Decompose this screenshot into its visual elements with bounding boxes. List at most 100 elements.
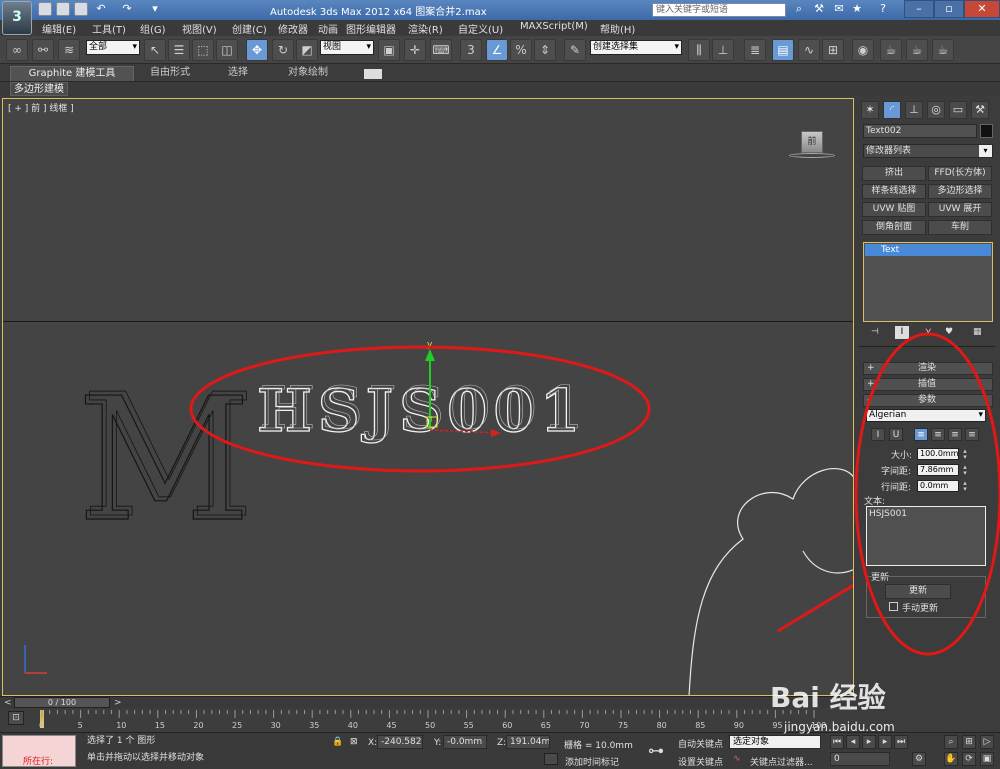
key-tangent-icon[interactable]: ∿ <box>733 754 741 764</box>
modify-tab-icon[interactable]: ◜ <box>883 101 901 119</box>
select-object-icon[interactable]: ↖ <box>144 39 166 61</box>
object-name-field[interactable]: Text002 <box>863 124 977 138</box>
minimize-button[interactable]: – <box>904 0 934 18</box>
viewport-front[interactable]: [ + ] 前 ] 线框 ] 前 M M HSJS001 HSJS001 y <box>2 98 854 696</box>
absolute-mode-icon[interactable]: ⊠ <box>350 737 358 747</box>
pivot-center-icon[interactable]: ▣ <box>378 39 400 61</box>
field-of-view-icon[interactable]: ▷ <box>980 735 994 749</box>
menu-edit[interactable]: 编辑(E) <box>42 21 76 36</box>
layer-manager-icon[interactable]: ≣ <box>744 39 766 61</box>
unlink-icon[interactable]: ⚯ <box>32 39 54 61</box>
poly-select-button[interactable]: 多边形选择 <box>928 184 992 199</box>
time-tag-icon[interactable] <box>544 753 558 765</box>
select-link-icon[interactable]: ∞ <box>6 39 28 61</box>
x-coord-field[interactable]: -240.582m <box>377 735 423 749</box>
select-rotate-icon[interactable]: ↻ <box>272 39 294 61</box>
subscription-icon[interactable]: ⚒ <box>812 2 826 16</box>
tab-graphite[interactable]: Graphite 建模工具 <box>10 66 134 81</box>
customize-qa-icon[interactable]: ▾ <box>148 2 162 16</box>
z-coord-field[interactable]: 191.04mm <box>506 735 550 749</box>
maximize-viewport-icon[interactable]: ▣ <box>980 752 994 766</box>
menu-rendering[interactable]: 渲染(R) <box>408 21 443 36</box>
modifier-list-dropdown[interactable]: 修改器列表 <box>863 144 993 158</box>
pan-icon[interactable]: ✋ <box>944 752 958 766</box>
auto-key-button[interactable]: 自动关键点 <box>678 737 723 750</box>
align-icon[interactable]: ⊥ <box>712 39 734 61</box>
mirror-icon[interactable]: ⫼ <box>688 39 710 61</box>
prev-frame-icon[interactable]: ◂ <box>846 735 860 749</box>
close-button[interactable]: ✕ <box>964 0 1000 18</box>
y-coord-field[interactable]: -0.0mm <box>443 735 487 749</box>
uvw-map-button[interactable]: UVW 贴图 <box>862 202 926 217</box>
maximize-button[interactable]: ▫ <box>934 0 964 18</box>
angle-snap-icon[interactable]: ∠ <box>486 39 508 61</box>
menu-animation[interactable]: 动画 <box>318 21 338 36</box>
redo-icon[interactable]: ↷ <box>120 2 134 16</box>
chevron-down-icon[interactable]: ▾ <box>979 145 992 157</box>
menu-create[interactable]: 创建(C) <box>232 21 267 36</box>
track-bar[interactable]: ⊡ 0 5 10 15 20 25 30 35 40 45 50 55 60 65 70 75 80 85 90 95… <box>0 708 855 732</box>
next-frame-icon[interactable]: ▸ <box>878 735 892 749</box>
help-icon[interactable]: ? <box>876 2 890 16</box>
curve-editor-icon[interactable]: ∿ <box>798 39 820 61</box>
utilities-tab-icon[interactable]: ⚒ <box>971 101 989 119</box>
bind-space-warp-icon[interactable]: ≋ <box>58 39 80 61</box>
menu-tools[interactable]: 工具(T) <box>92 21 126 36</box>
window-crossing-icon[interactable]: ◫ <box>216 39 238 61</box>
tab-selection[interactable]: 选择 <box>228 66 248 81</box>
new-file-icon[interactable] <box>38 2 52 16</box>
orbit-icon[interactable]: ⟳ <box>962 752 976 766</box>
rect-selection-icon[interactable]: ⬚ <box>192 39 214 61</box>
tab-polygon-modeling[interactable]: 多边形建模 <box>10 82 68 96</box>
percent-snap-icon[interactable]: % <box>510 39 532 61</box>
menu-modifiers[interactable]: 修改器 <box>278 21 308 36</box>
manipulate-icon[interactable]: ✛ <box>404 39 426 61</box>
save-file-icon[interactable] <box>74 2 88 16</box>
tab-object-paint[interactable]: 对象绘制 <box>288 66 328 81</box>
spline-select-button[interactable]: 样条线选择 <box>862 184 926 199</box>
time-slider[interactable]: < 0 / 100 > <box>0 696 855 708</box>
keyboard-shortcut-icon[interactable]: ⌨ <box>430 39 452 61</box>
zoom-extents-icon[interactable]: ⊞ <box>962 735 976 749</box>
rendered-frame-icon[interactable]: ☕ <box>906 39 928 61</box>
motion-tab-icon[interactable]: ◎ <box>927 101 945 119</box>
search-input[interactable]: 键入关键字或短语 <box>652 3 786 17</box>
schematic-view-icon[interactable]: ⊞ <box>822 39 844 61</box>
selection-filter-dropdown[interactable]: 全部 <box>86 40 140 55</box>
create-tab-icon[interactable]: ✶ <box>861 101 879 119</box>
material-editor-icon[interactable]: ◉ <box>852 39 874 61</box>
current-frame-field[interactable]: 0 <box>830 752 890 766</box>
time-config-icon[interactable]: ⚙ <box>912 752 926 766</box>
timeslider-thumb[interactable]: 0 / 100 <box>14 697 110 708</box>
menu-customize[interactable]: 自定义(U) <box>458 21 503 36</box>
add-time-tag[interactable]: 添加时间标记 <box>565 755 619 768</box>
reference-coord-dropdown[interactable]: 视图 <box>320 40 374 55</box>
display-tab-icon[interactable]: ▭ <box>949 101 967 119</box>
bevel-profile-button[interactable]: 倒角剖面 <box>862 220 926 235</box>
key-mode-dropdown[interactable]: 选定对象 <box>729 735 821 749</box>
goto-start-icon[interactable]: ⏮ <box>830 735 844 749</box>
select-move-icon[interactable]: ✥ <box>246 39 268 61</box>
zoom-icon[interactable]: ⌕ <box>944 735 958 749</box>
tab-freeform[interactable]: 自由形式 <box>150 66 190 81</box>
menu-graph-editors[interactable]: 图形编辑器 <box>346 21 396 36</box>
ffd-box-button[interactable]: FFD(长方体) <box>928 166 992 181</box>
goto-end-icon[interactable]: ⏭ <box>894 735 908 749</box>
key-filters-button[interactable]: 关键点过滤器... <box>750 755 813 768</box>
open-file-icon[interactable] <box>56 2 70 16</box>
select-by-name-icon[interactable]: ☰ <box>168 39 190 61</box>
stack-item-text[interactable]: Text <box>865 244 991 256</box>
binoculars-icon[interactable]: ⌕ <box>792 2 806 16</box>
spinner-snap-icon[interactable]: ⇕ <box>534 39 556 61</box>
object-color-swatch[interactable] <box>980 124 993 138</box>
3ds-max-logo[interactable]: 3 <box>2 1 32 35</box>
uvw-unwrap-button[interactable]: UVW 展开 <box>928 202 992 217</box>
set-key-button[interactable]: 设置关键点 <box>678 755 723 768</box>
menu-views[interactable]: 视图(V) <box>182 21 217 36</box>
select-scale-icon[interactable]: ◩ <box>296 39 318 61</box>
edit-named-selection-icon[interactable]: ✎ <box>564 39 586 61</box>
favorites-icon[interactable]: ★ <box>850 2 864 16</box>
named-selection-dropdown[interactable]: 创建选择集 <box>590 40 682 55</box>
graphite-toggle-icon[interactable]: ▤ <box>772 39 794 61</box>
maxscript-listener[interactable]: 所在行: <box>2 735 76 767</box>
